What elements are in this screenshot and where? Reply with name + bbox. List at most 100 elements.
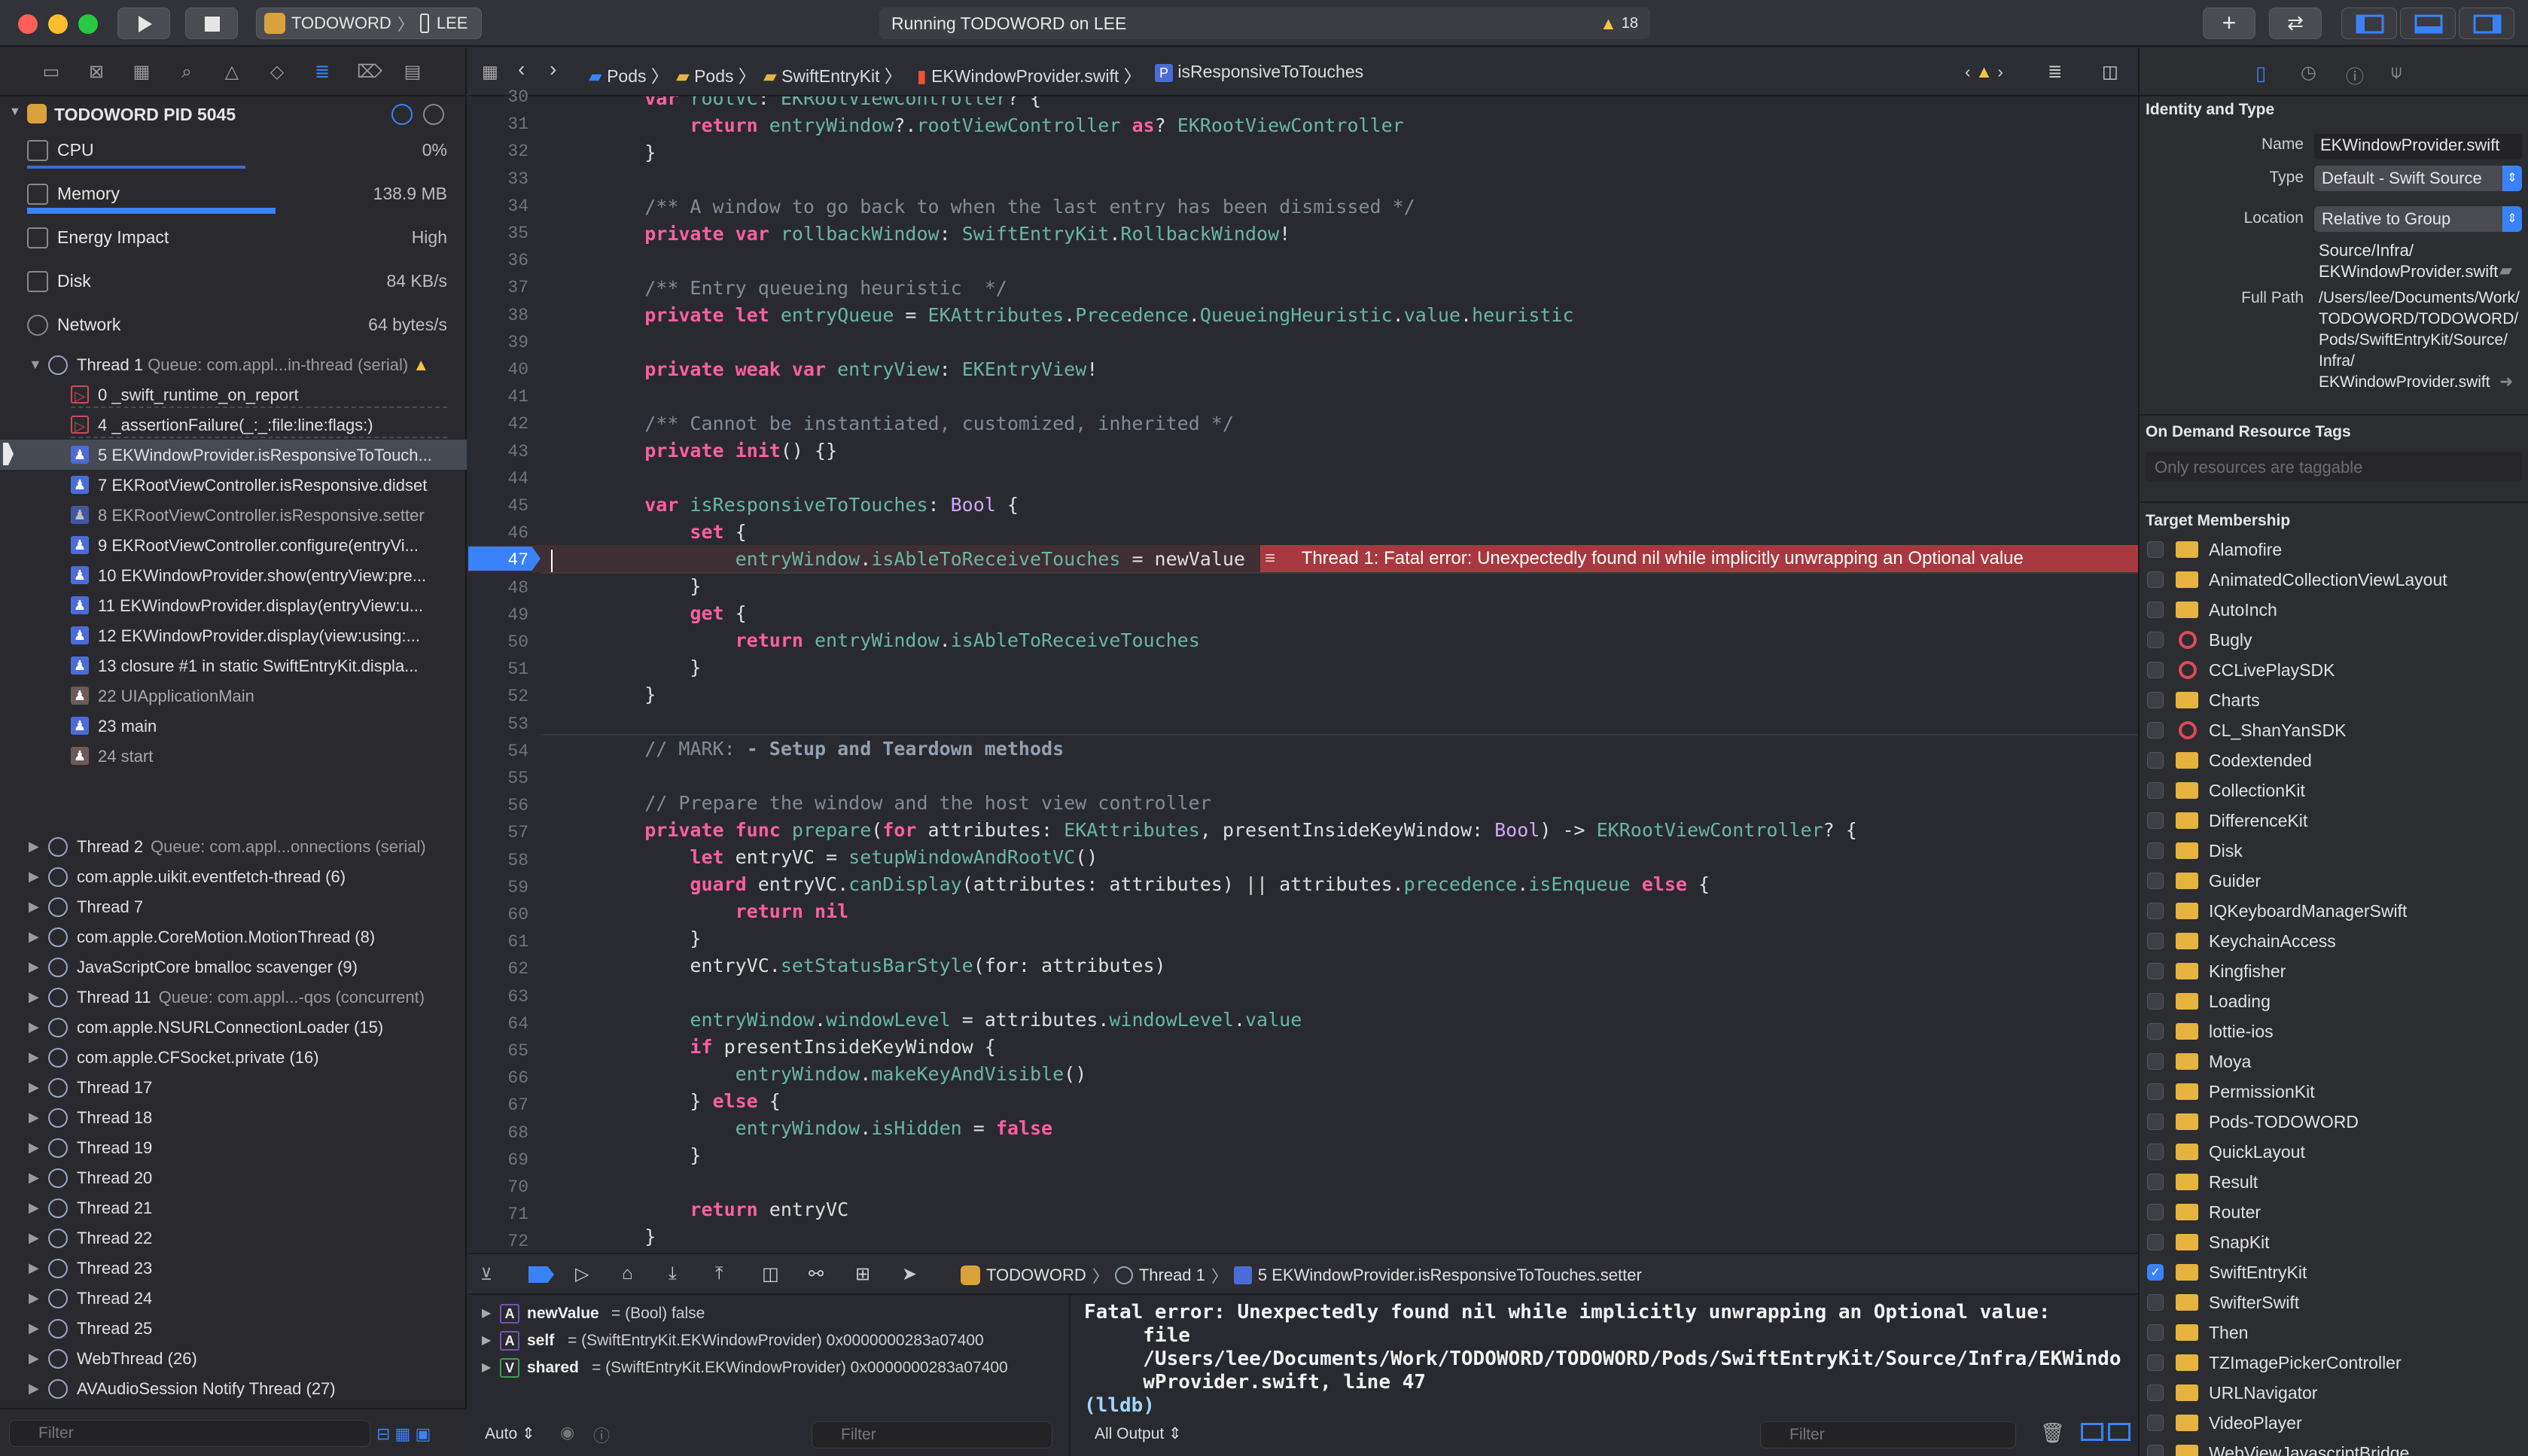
target-row[interactable]: Moya (2140, 1046, 2528, 1077)
code-line[interactable]: return entryVC (599, 1199, 848, 1220)
target-row[interactable]: AnimatedCollectionViewLayout (2140, 565, 2528, 595)
target-checkbox[interactable] (2147, 1234, 2164, 1250)
toggle-navigator-button[interactable] (2341, 8, 2397, 39)
type-popup[interactable]: Default - Swift Source ⇕ (2314, 166, 2522, 191)
code-line[interactable]: } (599, 656, 701, 678)
code-line[interactable]: guard entryVC.canDisplay(attributes: att… (599, 873, 1710, 895)
target-checkbox[interactable] (2147, 963, 2164, 979)
code-line[interactable]: let entryVC = setupWindowAndRootVC() (599, 846, 1098, 868)
code-line[interactable]: // Prepare the window and the host view … (599, 792, 1211, 814)
console[interactable]: Fatal error: Unexpectedly found nil whil… (1072, 1295, 2138, 1456)
target-checkbox[interactable] (2147, 1083, 2164, 1100)
test-icon[interactable]: ◇ (267, 63, 288, 81)
target-checkbox[interactable] (2147, 903, 2164, 919)
debug-navigator-icon[interactable]: ≣ (312, 63, 333, 81)
thread-row[interactable]: ▶ com.apple.uikit.eventfetch-thread (6) (0, 861, 467, 891)
target-row[interactable]: Disk (2140, 836, 2528, 866)
console-only-icon[interactable] (2108, 1423, 2131, 1441)
file-inspector-icon[interactable]: ▯ (2255, 62, 2266, 85)
code-line[interactable]: } else { (599, 1090, 780, 1112)
target-row[interactable]: Loading (2140, 986, 2528, 1016)
target-checkbox[interactable]: ✓ (2147, 1264, 2164, 1281)
code-line[interactable]: private var rollbackWindow: SwiftEntryKi… (599, 223, 1290, 245)
close-window-button[interactable] (18, 14, 38, 34)
stack-frame-row[interactable]: ♟ 13 closure #1 in static SwiftEntryKit.d… (0, 650, 467, 681)
filter-options-icon[interactable]: ⊟ ▦ ▣ (376, 1424, 431, 1444)
code-line[interactable]: } (599, 1226, 656, 1247)
thread-row[interactable]: ▶ com.apple.CoreMotion.MotionThread (8) (0, 921, 467, 952)
split-view-icon[interactable] (2081, 1423, 2103, 1441)
target-row[interactable]: Alamofire (2140, 535, 2528, 565)
target-checkbox[interactable] (2147, 632, 2164, 648)
code-line[interactable]: entryWindow.makeKeyAndVisible() (599, 1063, 1087, 1085)
target-checkbox[interactable] (2147, 662, 2164, 678)
target-row[interactable]: KeychainAccess (2140, 926, 2528, 956)
target-row[interactable]: IQKeyboardManagerSwift (2140, 896, 2528, 926)
thread-row[interactable]: ▶ Thread 17 (0, 1072, 467, 1102)
stack-frame-row[interactable]: ♟ 23 main (0, 711, 467, 741)
code-line[interactable]: } (599, 684, 656, 705)
target-row[interactable]: VideoPlayer (2140, 1408, 2528, 1438)
breadcrumb-symbol[interactable]: P isResponsiveToTouches (1155, 62, 1363, 82)
issue-icon[interactable]: △ (221, 63, 242, 81)
target-row[interactable]: Guider (2140, 866, 2528, 896)
stack-frame-row[interactable]: ♟ 10 EKWindowProvider.show(entryView:pre.… (0, 560, 467, 590)
target-row[interactable]: SwifterSwift (2140, 1287, 2528, 1317)
target-checkbox[interactable] (2147, 1354, 2164, 1371)
stack-frame-row[interactable]: ▷ 4 _assertionFailure(_:_:file:line:flags… (0, 410, 467, 440)
continue-icon[interactable]: ▷ (575, 1263, 589, 1285)
target-row[interactable]: CollectionKit (2140, 775, 2528, 806)
thread-row-1[interactable]: ▼ Thread 1 Queue: com.appl...in-thread (… (0, 349, 467, 379)
target-checkbox[interactable] (2147, 722, 2164, 739)
thread-row[interactable]: ▶ Thread 19 (0, 1132, 467, 1162)
code-line[interactable]: } (599, 142, 656, 163)
thread-row[interactable]: ▶ Thread 21 (0, 1193, 467, 1223)
variable-row[interactable]: ▶ Aself = (SwiftEntryKit.EKWindowProvider)… (468, 1328, 1071, 1354)
symbol-icon[interactable]: ▦ (131, 63, 152, 81)
issue-navigation[interactable]: ‹ ▲ › (1965, 62, 2003, 82)
target-row[interactable]: DifferenceKit (2140, 806, 2528, 836)
target-checkbox[interactable] (2147, 541, 2164, 558)
target-checkbox[interactable] (2147, 1204, 2164, 1220)
back-button[interactable]: ‹ (518, 57, 525, 81)
code-line[interactable]: get { (599, 602, 746, 624)
gauge-icon[interactable] (391, 104, 413, 125)
code-line[interactable]: entryWindow.isAbleToReceiveTouches = new… (599, 548, 1245, 570)
find-icon[interactable]: ⌕ (176, 63, 197, 81)
target-checkbox[interactable] (2147, 1144, 2164, 1160)
thread-row[interactable]: ▶ Thread 23 (0, 1253, 467, 1283)
code-line[interactable]: private let entryQueue = EKAttributes.Pr… (599, 304, 1573, 326)
gauge-cpu[interactable]: CPU 0% (0, 133, 467, 176)
target-row[interactable]: SnapKit (2140, 1227, 2528, 1257)
code-line[interactable]: entryWindow.windowLevel = attributes.win… (599, 1009, 1302, 1031)
stack-frame-row[interactable]: ♟ 9 EKRootViewController.configure(entryV… (0, 530, 467, 560)
code-review-button[interactable]: ⇄ (2269, 8, 2322, 39)
code-line[interactable]: } (599, 1144, 701, 1166)
thread-row[interactable]: ▶ JavaScriptCore bmalloc scavenger (9) (0, 952, 467, 982)
breadcrumb-group[interactable]: ▰ Pods 〉 (676, 62, 756, 87)
variable-row[interactable]: ▶ AnewValue = (Bool) false (468, 1301, 1071, 1327)
navigator-filter-input[interactable]: Filter (9, 1420, 370, 1447)
step-out-icon[interactable]: ⤒ (715, 1263, 723, 1284)
history-icon[interactable]: ◷ (2301, 62, 2316, 84)
split-editor-icon[interactable]: ◫ (2102, 62, 2118, 82)
minimize-window-button[interactable] (48, 14, 68, 34)
help-icon[interactable]: ⓘ (2346, 62, 2364, 88)
thread-row[interactable]: ▶ Thread 20 (0, 1162, 467, 1193)
code-line[interactable]: var rootVC: EKRootViewController? { (599, 96, 1041, 109)
thread-row[interactable]: ▶ WebThread (26) (0, 1343, 467, 1373)
code-line[interactable]: if presentInsideKeyWindow { (599, 1036, 995, 1058)
folder-icon[interactable]: ▰ (2499, 260, 2512, 280)
thread-row[interactable]: ▶ AVAudioSession Notify Thread (27) (0, 1373, 467, 1403)
code-line[interactable]: var isResponsiveToTouches: Bool { (599, 494, 1019, 516)
variable-row[interactable]: ▶ Vshared = (SwiftEntryKit.EKWindowProvide… (468, 1355, 1071, 1381)
target-row[interactable]: Bugly (2140, 625, 2528, 655)
debug-breadcrumb[interactable]: TODOWORD 〉 Thread 1 〉 5 EKWindowProvider… (961, 1263, 1642, 1287)
code-line[interactable]: set { (599, 521, 746, 543)
target-row[interactable]: Router (2140, 1197, 2528, 1227)
target-checkbox[interactable] (2147, 1053, 2164, 1070)
code-line[interactable]: private func prepare(for attributes: EKA… (599, 819, 1857, 841)
variables-scope-popup[interactable]: Auto ⇕ (485, 1424, 535, 1443)
reveal-arrow-icon[interactable]: ➜ (2499, 372, 2513, 391)
thread-row[interactable]: ▶ com.apple.CFSocket.private (16) (0, 1042, 467, 1072)
